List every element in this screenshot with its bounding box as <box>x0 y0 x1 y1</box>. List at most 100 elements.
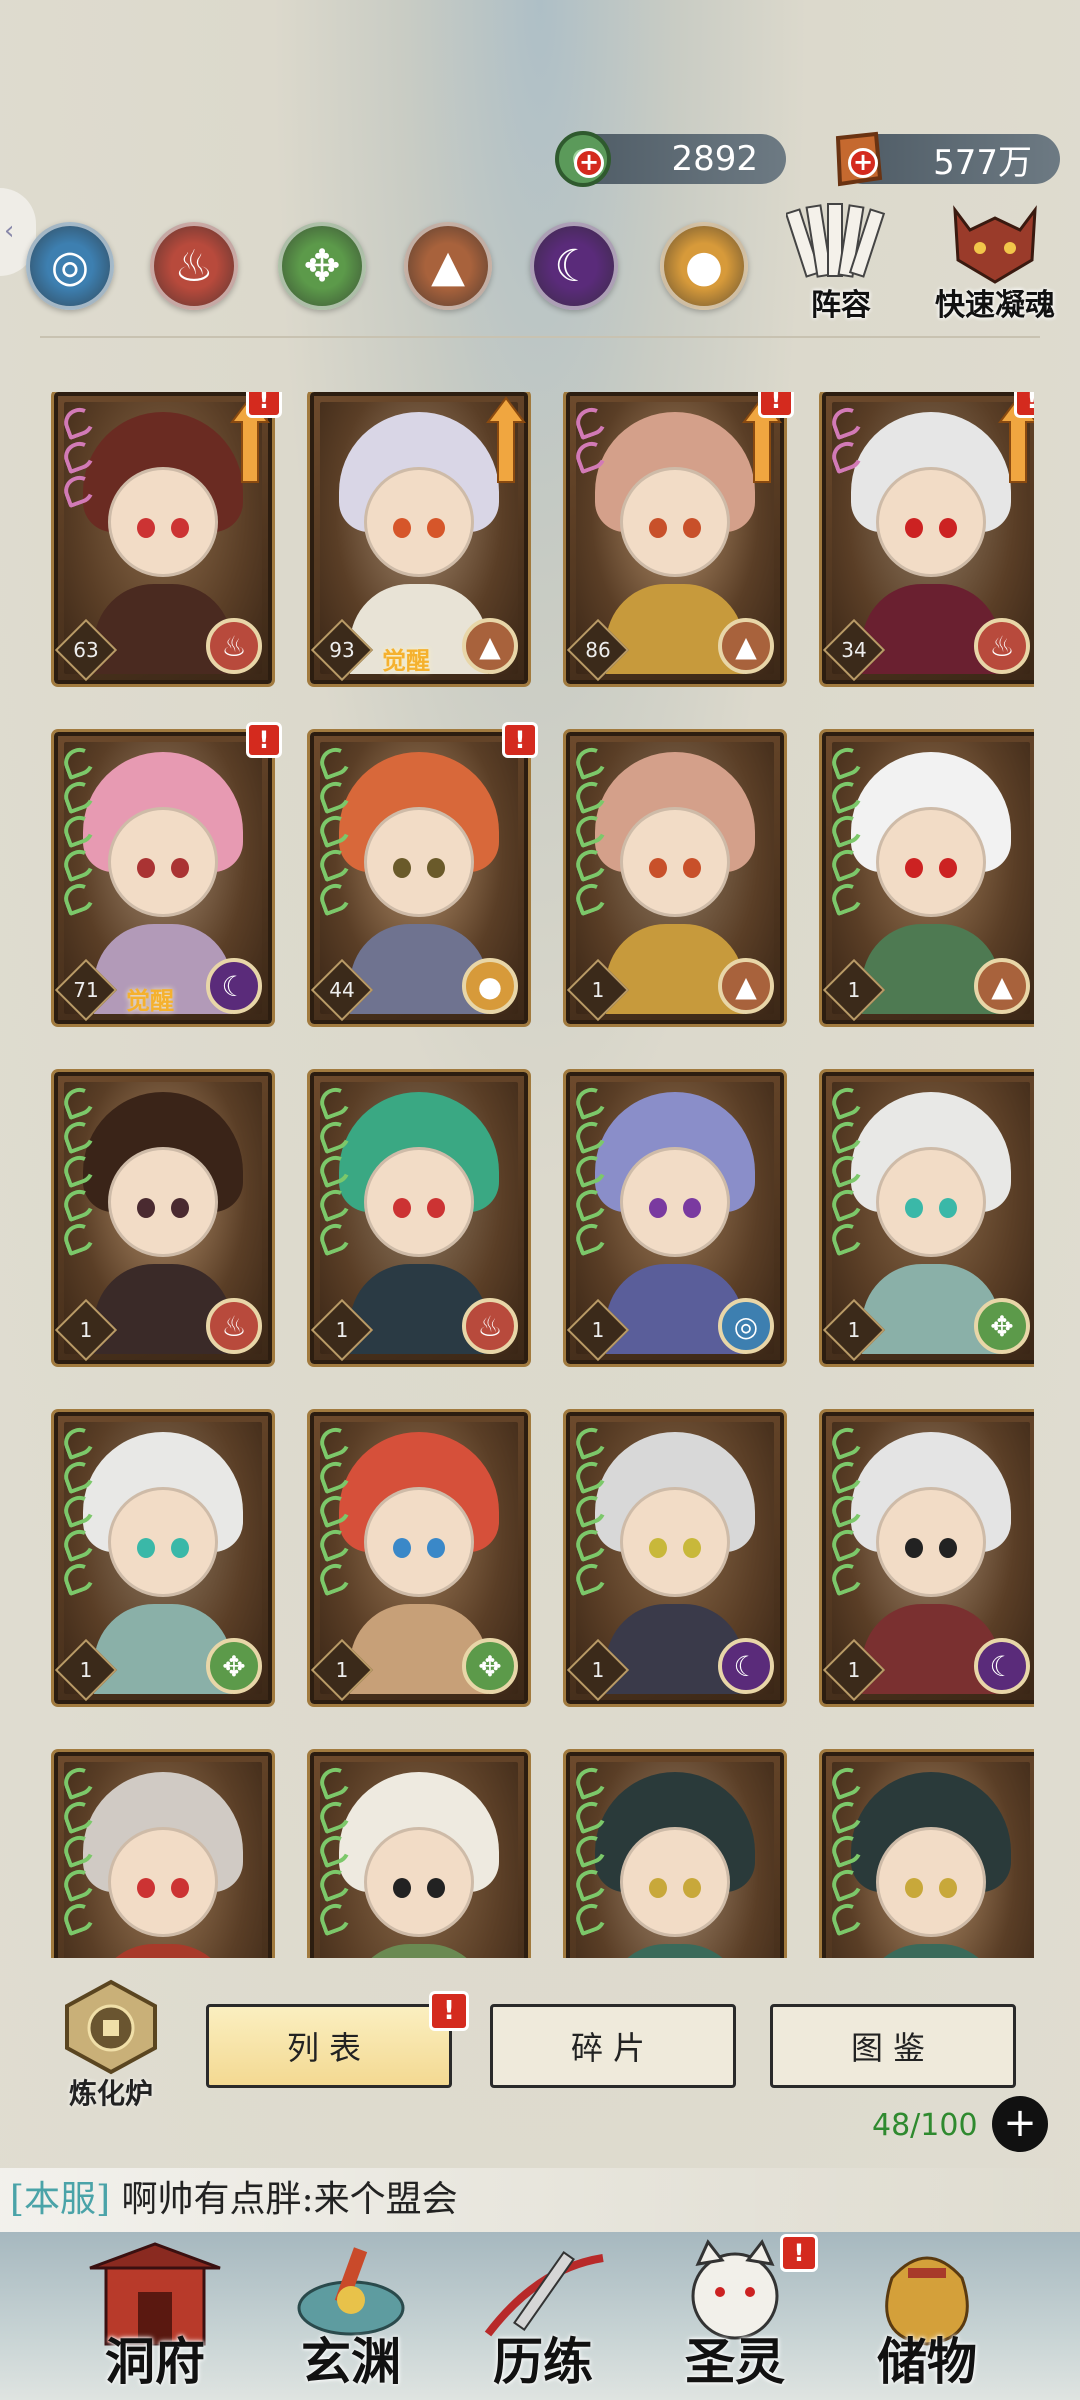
spirit-card[interactable]: 1♨ <box>51 1749 275 1958</box>
spirit-card[interactable]: 63 ♨! <box>51 392 282 687</box>
pip-icon <box>316 1083 354 1121</box>
spirit-card-grid[interactable]: 63♨!93▲觉醒86▲!34♨!71☾!觉醒44●!1▲1▲1♨1♨1◎1✥1… <box>48 392 1034 1958</box>
wood-element-icon: ✥ <box>462 1638 518 1694</box>
star-pips <box>828 1763 866 1937</box>
pip-icon <box>60 1151 98 1189</box>
expand-capacity-button[interactable]: + <box>992 2096 1048 2152</box>
tab-fragments[interactable]: 碎片 <box>490 2004 736 2088</box>
quick-condense-button[interactable]: 快速凝魂 <box>920 200 1070 324</box>
light-element-icon: ● <box>462 958 518 1014</box>
pip-icon <box>60 811 98 849</box>
spirit-card[interactable]: 1▲ <box>307 1749 531 1958</box>
fire-element-icon: ♨ <box>206 618 262 674</box>
spirit-card[interactable]: 1 ✥ <box>819 1069 1034 1367</box>
nav-storage[interactable]: 储物 <box>832 2232 1022 2400</box>
pip-icon <box>572 1797 610 1835</box>
pip-icon <box>572 1219 610 1257</box>
filter-wood-button[interactable]: ✥ <box>278 222 366 310</box>
spirit-card[interactable]: 1♨ <box>819 1749 1034 1958</box>
furnace-button[interactable]: 炼化炉 <box>44 1976 178 2110</box>
pip-icon <box>316 811 354 849</box>
pip-icon <box>60 1117 98 1155</box>
spirit-card[interactable]: 1 ☾ <box>819 1409 1034 1707</box>
level-value: 1 <box>847 1658 861 1682</box>
pip-icon <box>828 1865 866 1903</box>
lineup-button[interactable]: 阵容 <box>776 200 906 324</box>
nav-xuanyuan[interactable]: 玄渊 <box>256 2232 446 2400</box>
pip-icon <box>316 879 354 917</box>
pip-icon <box>60 1457 98 1495</box>
spirit-card[interactable]: 1▲ <box>819 729 1034 1027</box>
chat-ticker[interactable]: [本服] 啊帅有点胖:来个盟会 <box>0 2168 1080 2232</box>
star-pips <box>316 1423 354 1597</box>
star-pips <box>316 1083 354 1257</box>
pip-icon <box>316 1797 354 1835</box>
pip-icon <box>828 437 866 475</box>
pip-icon <box>828 845 866 883</box>
pip-icon <box>316 1117 354 1155</box>
level-value: 1 <box>79 1318 93 1342</box>
pip-icon <box>60 1525 98 1563</box>
spirit-card[interactable]: 93 ▲ 觉醒 <box>307 392 531 687</box>
earth-element-icon: ▲ <box>718 618 774 674</box>
alert-icon: ! <box>246 392 282 418</box>
spirit-card[interactable]: 1 ✥ <box>307 1409 531 1707</box>
star-pips <box>828 743 866 917</box>
star-pips <box>316 743 354 917</box>
pip-icon <box>828 1151 866 1189</box>
spirit-card[interactable]: 1 ✥ <box>51 1409 275 1707</box>
add-coin-icon[interactable]: + <box>848 148 878 178</box>
spirit-card[interactable]: 1 ☾ <box>563 1409 787 1707</box>
nav-trial[interactable]: 历练 <box>448 2232 638 2400</box>
nav-home[interactable]: 洞府 <box>60 2232 250 2400</box>
tab-codex-label: 图鉴 <box>850 2029 935 2067</box>
pip-icon <box>828 1457 866 1495</box>
filter-fire-button[interactable]: ♨ <box>150 222 238 310</box>
capacity-count: 48/100 <box>872 2108 978 2143</box>
add-jade-icon[interactable]: + <box>574 148 604 178</box>
spirit-card[interactable]: 1▲ <box>563 1749 787 1958</box>
alert-icon: ! <box>1014 392 1034 418</box>
pip-icon <box>60 1559 98 1597</box>
spirit-card[interactable]: 86 ▲! <box>563 392 794 687</box>
pip-icon <box>828 1083 866 1121</box>
pip-icon <box>572 437 610 475</box>
spirit-card[interactable]: 1 ◎ <box>563 1069 787 1367</box>
pip-icon <box>316 777 354 815</box>
spirit-card[interactable]: 1♨ <box>51 1069 275 1367</box>
pip-icon <box>572 1185 610 1223</box>
awaken-mark: 觉醒 <box>126 986 174 1015</box>
tab-codex[interactable]: 图鉴 <box>770 2004 1016 2088</box>
alert-icon: ! <box>758 392 794 418</box>
earth-element-icon: ▲ <box>431 240 465 292</box>
water-element-icon: ◎ <box>50 240 90 292</box>
nav-spirit-label: 圣灵 <box>685 2332 785 2391</box>
earth-element-icon: ▲ <box>462 618 518 674</box>
star-pips <box>572 403 610 475</box>
filter-water-button[interactable]: ◎ <box>26 222 114 310</box>
spirit-card[interactable]: 34 ♨! <box>819 392 1034 687</box>
spirit-card[interactable]: 1▲ <box>563 729 787 1027</box>
star-pips <box>60 1763 98 1937</box>
filter-light-button[interactable]: ● <box>660 222 748 310</box>
pip-icon <box>316 1525 354 1563</box>
jade-currency[interactable]: + 2892 <box>555 131 786 187</box>
dark-element-icon: ☾ <box>554 240 594 292</box>
filter-dark-button[interactable]: ☾ <box>530 222 618 310</box>
pip-icon <box>572 1831 610 1869</box>
spirit-card[interactable]: 1♨ <box>307 1069 531 1367</box>
pip-icon <box>60 1899 98 1937</box>
pip-icon <box>572 879 610 917</box>
spirit-card[interactable]: 71 ☾! 觉醒 <box>51 722 282 1027</box>
furnace-label: 炼化炉 <box>68 2077 153 2110</box>
chat-message: 啊帅有点胖:来个盟会 <box>121 2179 458 2220</box>
pip-icon <box>572 1763 610 1801</box>
tab-list[interactable]: 列表 ! <box>206 1991 469 2088</box>
coin-currency[interactable]: + 577万 <box>835 131 1060 187</box>
spirit-card[interactable]: 44 ●! <box>307 722 538 1027</box>
nav-spirit[interactable]: ! 圣灵 <box>640 2232 830 2400</box>
filter-earth-button[interactable]: ▲ <box>404 222 492 310</box>
pip-icon <box>316 1865 354 1903</box>
pip-icon <box>316 1457 354 1495</box>
water-element-icon: ◎ <box>718 1298 774 1354</box>
